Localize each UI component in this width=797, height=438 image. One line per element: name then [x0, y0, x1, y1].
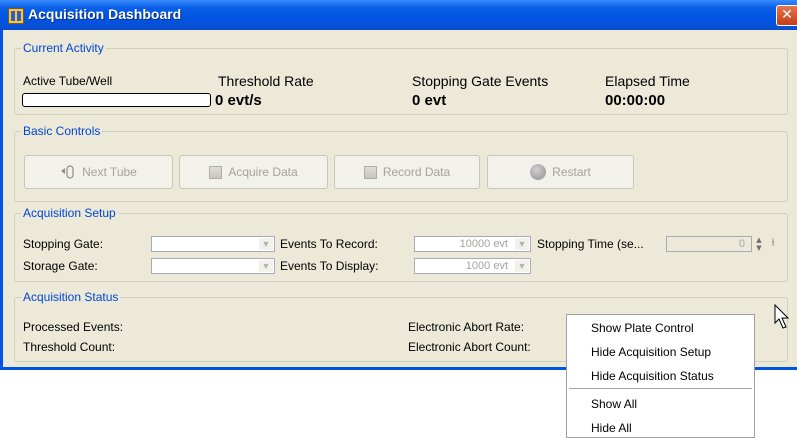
- menu-item-show-plate-control[interactable]: Show Plate Control: [591, 321, 694, 335]
- events-to-record-select[interactable]: 10000 evt ▼: [414, 236, 531, 252]
- acquire-data-button[interactable]: Acquire Data: [179, 155, 328, 189]
- elapsed-time-label: Elapsed Time: [605, 73, 690, 89]
- acquisition-setup-legend: Acquisition Setup: [23, 206, 116, 220]
- spinner-arrows-icon[interactable]: ▲ ▼: [754, 236, 764, 252]
- electronic-abort-count-label: Electronic Abort Count:: [408, 340, 531, 354]
- events-to-record-label: Events To Record:: [280, 237, 378, 251]
- stopping-time-field[interactable]: 0: [666, 236, 752, 252]
- chevron-down-icon: ▼: [515, 238, 529, 250]
- events-to-record-value: 10000 evt: [459, 238, 508, 250]
- menu-item-show-all[interactable]: Show All: [591, 397, 637, 411]
- stopping-gate-select[interactable]: ▼: [151, 236, 275, 252]
- record-data-checkbox-icon: [363, 165, 377, 179]
- restart-button[interactable]: Restart: [487, 155, 634, 189]
- stopping-time-label: Stopping Time (se...: [537, 237, 644, 251]
- next-tube-button[interactable]: Next Tube: [24, 155, 173, 189]
- mouse-cursor-icon: [774, 304, 790, 329]
- menu-separator: [569, 388, 752, 389]
- storage-gate-label: Storage Gate:: [23, 259, 98, 273]
- acquire-data-label: Acquire Data: [228, 165, 298, 179]
- current-activity-legend: Current Activity: [23, 41, 104, 55]
- active-tube-label: Active Tube/Well: [23, 74, 113, 88]
- restart-label: Restart: [552, 165, 591, 179]
- chevron-down-icon: ▼: [259, 238, 273, 250]
- stopping-gate-events-value: 0 evt: [412, 92, 447, 109]
- basic-controls-legend: Basic Controls: [23, 124, 101, 138]
- menu-item-hide-all[interactable]: Hide All: [591, 421, 632, 435]
- stopping-gate-events-label: Stopping Gate Events: [412, 73, 549, 89]
- events-to-display-select[interactable]: 1000 evt ▼: [414, 258, 531, 274]
- events-to-display-value: 1000 evt: [465, 260, 508, 272]
- threshold-count-label: Threshold Count:: [23, 340, 116, 354]
- active-tube-progress-bar: [22, 93, 211, 107]
- elapsed-time-value: 00:00:00: [605, 92, 666, 109]
- threshold-rate-value: 0 evt/s: [215, 92, 262, 109]
- title-bar[interactable]: Acquisition Dashboard ✕: [0, 0, 797, 30]
- pin-icon[interactable]: ⍿: [768, 236, 778, 252]
- window-title: Acquisition Dashboard: [28, 6, 182, 22]
- menu-item-hide-acquisition-setup[interactable]: Hide Acquisition Setup: [591, 345, 711, 359]
- chevron-down-icon: ▼: [515, 260, 529, 272]
- acquisition-status-legend: Acquisition Status: [23, 290, 119, 304]
- electronic-abort-rate-label: Electronic Abort Rate:: [408, 320, 525, 334]
- stopping-gate-label: Stopping Gate:: [23, 237, 104, 251]
- record-data-label: Record Data: [382, 165, 451, 179]
- context-menu: Show Plate Control Hide Acquisition Setu…: [566, 314, 755, 438]
- app-icon: [8, 8, 24, 24]
- menu-item-hide-acquisition-status[interactable]: Hide Acquisition Status: [591, 369, 714, 383]
- threshold-rate-label: Threshold Rate: [218, 73, 314, 89]
- events-to-display-label: Events To Display:: [280, 259, 379, 273]
- chevron-down-icon: ▼: [259, 260, 273, 272]
- record-data-button[interactable]: Record Data: [334, 155, 480, 189]
- restart-icon: [530, 164, 547, 180]
- next-tube-icon: [61, 165, 74, 179]
- next-tube-label: Next Tube: [82, 165, 137, 179]
- processed-events-label: Processed Events:: [23, 320, 124, 334]
- close-button[interactable]: ✕: [776, 5, 797, 26]
- storage-gate-select[interactable]: ▼: [151, 258, 275, 274]
- acquire-data-checkbox-icon: [209, 165, 223, 179]
